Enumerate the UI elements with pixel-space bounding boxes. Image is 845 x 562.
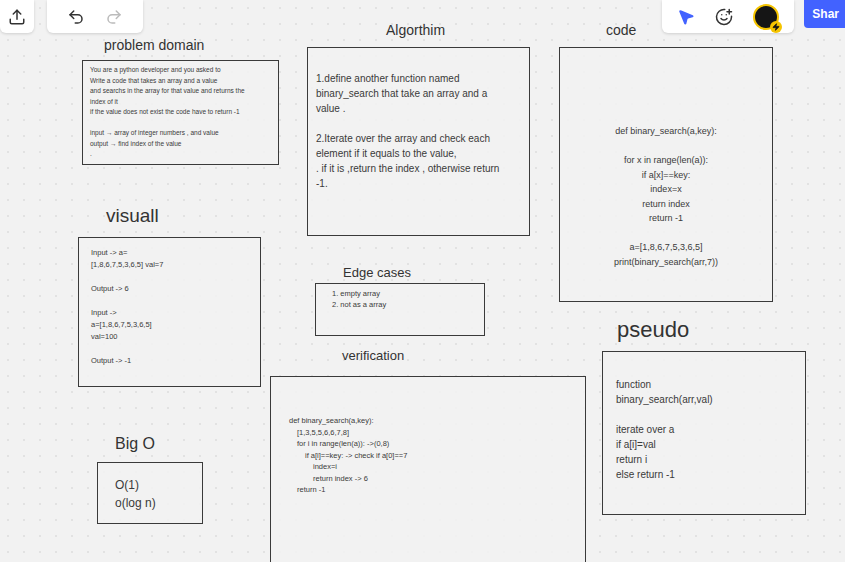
frame-text-line[interactable]: . if it is ,return the index , otherwise… xyxy=(316,161,525,176)
frame-text-line[interactable]: def binary_search(a,key): xyxy=(564,124,768,139)
frame-text-line[interactable]: element if it equals to the value, xyxy=(316,146,525,161)
user-avatar[interactable] xyxy=(753,4,779,30)
frame-text-line[interactable]: if a[x]==key: xyxy=(564,168,768,183)
upload-icon xyxy=(8,8,26,26)
frame-text-line[interactable]: 2. not as a array xyxy=(332,299,480,310)
frame-text-line[interactable]: o(log n) xyxy=(115,494,198,512)
frame-text-line[interactable] xyxy=(564,226,768,241)
frame-text-line[interactable]: print(binary_search(arr,7)) xyxy=(564,255,768,270)
frame-text-line[interactable]: [1,8,6,7,5,3,6,5] val=7 xyxy=(91,259,256,271)
history-toolbar xyxy=(47,0,143,33)
frame-text-line[interactable]: output → find index of the value xyxy=(90,139,274,150)
frame-text-line[interactable]: Input -> a= xyxy=(91,247,256,259)
frame-text-line[interactable]: return -1 xyxy=(564,211,768,226)
frame[interactable]: O(1)o(log n) xyxy=(97,462,203,524)
frame-text-line[interactable]: binary_search that take an array and a xyxy=(316,86,525,101)
frame[interactable]: Input -> a=[1,8,6,7,5,3,6,5] val=7 Output… xyxy=(78,237,261,387)
frame-text-line[interactable]: index of it xyxy=(90,97,274,108)
frame-text-line[interactable]: 1.define another function named xyxy=(316,71,525,86)
frame-text-line[interactable]: for x in range(len(a)): xyxy=(564,153,768,168)
frame-text-line[interactable]: You are a python developer and you asked… xyxy=(90,65,274,76)
frame-title[interactable]: Algorthim xyxy=(386,22,445,39)
frame-text-line[interactable]: if a[i]==key: -> check if a[0]==7 xyxy=(289,450,581,462)
frame-text-line[interactable]: index=i xyxy=(289,461,581,473)
frame-text-line[interactable]: value . xyxy=(316,101,525,116)
frame-text-line[interactable]: return index -> 6 xyxy=(289,473,581,485)
undo-icon[interactable] xyxy=(67,8,85,26)
frame-text-line[interactable]: Output -> 6 xyxy=(91,283,256,295)
bolt-icon xyxy=(772,23,780,31)
redo-icon[interactable] xyxy=(105,8,123,26)
frame-title[interactable]: verification xyxy=(342,348,404,364)
frame-text-line[interactable] xyxy=(91,295,256,307)
frame-text-line[interactable]: return i xyxy=(616,452,801,467)
frame-text-line[interactable] xyxy=(90,118,274,129)
frame-text-line[interactable] xyxy=(91,271,256,283)
left-toolbar xyxy=(0,0,143,33)
frame-text-line[interactable]: a=[1,8,6,7,5,3,6,5] xyxy=(564,240,768,255)
whiteboard-canvas[interactable]: Shar problem domain You are a python devel… xyxy=(0,0,845,562)
frame-text-line[interactable]: 2.Iterate over the array and check each xyxy=(316,131,525,146)
frame[interactable]: 1.define another function namedbinary_se… xyxy=(307,47,530,236)
frame-text-line[interactable]: return index xyxy=(564,197,768,212)
export-button[interactable] xyxy=(0,0,34,33)
frame-text-line[interactable]: input → array of integer numbers , and v… xyxy=(90,128,274,139)
frame-text-line[interactable]: for i in range(len(a)): ->(0,8) xyxy=(289,438,581,450)
frame[interactable]: 1. empty array2. not as a array xyxy=(315,283,485,336)
right-toolbar: Shar xyxy=(662,0,845,33)
frame-text-line[interactable]: Output -> -1 xyxy=(91,355,256,367)
cursor-icon[interactable] xyxy=(677,8,695,26)
frame-text-line[interactable]: return -1 xyxy=(289,484,581,496)
collab-toolbar xyxy=(662,0,794,33)
frame[interactable]: def binary_search(a,key):[1,3,5,5,6,6,7,… xyxy=(270,376,586,562)
reaction-icon[interactable] xyxy=(715,8,733,26)
frame-text-line[interactable]: and searchs in the array for that value … xyxy=(90,86,274,97)
badge xyxy=(770,21,782,33)
frame-text-line[interactable]: . xyxy=(90,149,274,160)
frame-text-line[interactable]: else return -1 xyxy=(616,467,801,482)
frame[interactable]: You are a python developer and you asked… xyxy=(82,60,279,165)
share-button[interactable]: Shar xyxy=(804,0,845,28)
frame-text-line[interactable]: val=100 xyxy=(91,331,256,343)
frame-text-line[interactable]: a=[1,8,6,7,5,3,6,5] xyxy=(91,319,256,331)
frame-text-line[interactable] xyxy=(91,343,256,355)
frame-text-line[interactable]: function xyxy=(616,377,801,392)
frame-text-line[interactable]: 1. empty array xyxy=(332,288,480,299)
frame-text-line[interactable] xyxy=(316,116,525,131)
frame-title[interactable]: Edge cases xyxy=(343,265,411,281)
frame-title[interactable]: visuall xyxy=(106,205,159,228)
frame-title[interactable]: code xyxy=(606,22,636,39)
frame-title[interactable]: pseudo xyxy=(617,317,689,343)
frame-text-line[interactable]: if the value does not exist the code hav… xyxy=(90,107,274,118)
frame[interactable]: functionbinary_search(arr,val)iterate ov… xyxy=(602,351,806,515)
frame-text-line[interactable]: O(1) xyxy=(115,476,198,494)
frame-text-line[interactable] xyxy=(616,407,801,422)
frame-text-line[interactable]: Write a code that takes an array and a v… xyxy=(90,76,274,87)
frame-text-line[interactable]: iterate over a xyxy=(616,422,801,437)
frame-text-line[interactable]: index=x xyxy=(564,182,768,197)
frame-title[interactable]: Big O xyxy=(115,434,155,453)
frame[interactable]: def binary_search(a,key):for x in range(… xyxy=(559,47,773,302)
frame-text-line[interactable]: def binary_search(a,key): xyxy=(289,415,581,427)
frame-text-line[interactable]: [1,3,5,5,6,6,7,8] xyxy=(289,427,581,439)
frame-text-line[interactable]: if a[i]=val xyxy=(616,437,801,452)
frame-title[interactable]: problem domain xyxy=(104,37,204,54)
frame-text-line[interactable]: binary_search(arr,val) xyxy=(616,392,801,407)
frame-text-line[interactable] xyxy=(564,139,768,154)
frame-text-line[interactable]: Input -> xyxy=(91,307,256,319)
frame-text-line[interactable]: -1. xyxy=(316,176,525,191)
